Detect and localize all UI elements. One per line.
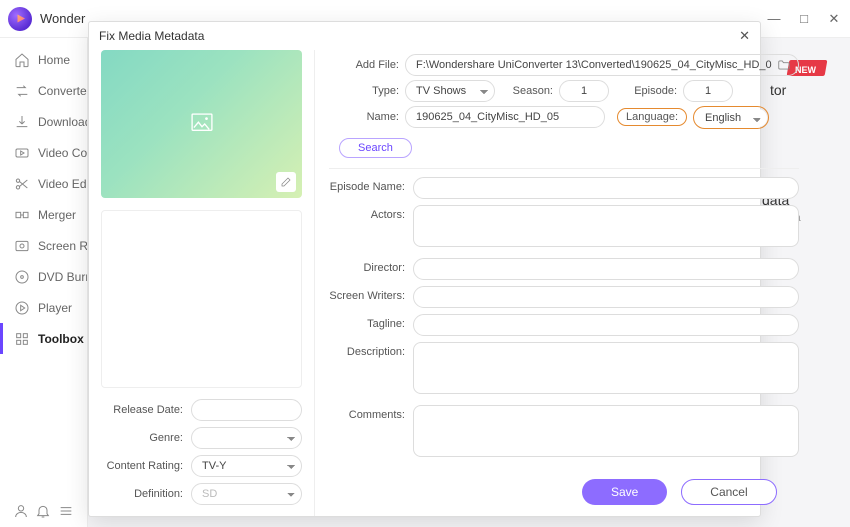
edit-icon [280,176,292,188]
modal-title: Fix Media Metadata [99,29,204,43]
add-file-path[interactable]: F:\Wondershare UniConverter 13\Converted… [405,54,799,76]
toolbox-icon [14,331,30,347]
sidebar-item-video-compressor[interactable]: Video Compressor [0,137,87,168]
sidebar-item-label: Merger [38,208,76,222]
user-icon[interactable] [13,503,29,519]
release-date-input[interactable] [191,399,302,421]
content-rating-label: Content Rating: [101,460,191,472]
results-list-placeholder [101,210,302,388]
language-select[interactable]: English [695,109,767,127]
cancel-button[interactable]: Cancel [681,479,776,505]
minimize-button[interactable]: — [766,11,782,27]
sidebar-item-label: Converter [38,84,87,98]
converter-icon [14,83,30,99]
episode-label: Episode: [615,85,677,97]
compressor-icon [14,145,30,161]
maximize-button[interactable]: □ [796,11,812,27]
name-input[interactable] [405,106,605,128]
sidebar-item-home[interactable]: Home [0,44,87,75]
definition-label: Definition: [101,488,191,500]
sidebar-bottom-icons [0,503,87,519]
play-icon [14,300,30,316]
episode-name-input[interactable] [413,177,799,199]
episode-name-label: Episode Name: [329,177,413,193]
edit-cover-button[interactable] [276,172,296,192]
genre-label: Genre: [101,432,191,444]
sidebar-item-label: Downloader [38,115,87,129]
modal-titlebar: Fix Media Metadata ✕ [89,22,760,50]
save-button[interactable]: Save [582,479,667,505]
divider [329,168,799,169]
comments-input[interactable] [413,405,799,457]
app-logo-icon [8,7,32,31]
screen-writers-input[interactable] [413,286,799,308]
sidebar-item-merger[interactable]: Merger [0,199,87,230]
fix-metadata-modal: Fix Media Metadata ✕ Release Date: Genre… [88,21,761,517]
episode-input[interactable] [683,80,733,102]
director-input[interactable] [413,258,799,280]
tagline-input[interactable] [413,314,799,336]
season-input[interactable] [559,80,609,102]
content-rating-select[interactable]: TV-Y [191,455,302,477]
modal-close-button[interactable]: ✕ [739,28,750,44]
language-highlight: English [693,106,769,129]
sidebar-item-label: Player [38,301,72,315]
scissors-icon [14,176,30,192]
actors-label: Actors: [329,205,413,221]
sidebar-item-label: Video Compressor [38,146,87,160]
sidebar: Home Converter Downloader Video Compress… [0,38,88,527]
director-label: Director: [329,258,413,274]
sidebar-item-dvd-burner[interactable]: DVD Burner [0,261,87,292]
type-select[interactable]: TV Shows [405,80,495,102]
sidebar-item-label: DVD Burner [38,270,87,284]
download-icon [14,114,30,130]
cover-thumbnail [101,50,302,198]
folder-icon[interactable] [777,58,791,72]
add-file-label: Add File: [329,59,399,71]
tagline-label: Tagline: [329,314,413,330]
screen-writers-label: Screen Writers: [329,286,413,302]
merger-icon [14,207,30,223]
sidebar-item-label: Home [38,53,70,67]
actors-input[interactable] [413,205,799,247]
season-label: Season: [501,85,553,97]
release-date-label: Release Date: [101,404,191,416]
genre-select[interactable] [191,427,302,449]
image-placeholder-icon [191,113,213,131]
modal-footer: Save Cancel [329,468,799,516]
disc-icon [14,269,30,285]
sidebar-item-screen-recorder[interactable]: Screen Recorder [0,230,87,261]
sidebar-item-player[interactable]: Player [0,292,87,323]
comments-label: Comments: [329,405,413,421]
sidebar-item-downloader[interactable]: Downloader [0,106,87,137]
modal-right-column: Add File: F:\Wondershare UniConverter 13… [314,50,813,516]
description-label: Description: [329,342,413,358]
description-input[interactable] [413,342,799,394]
language-label: Language: [617,108,687,126]
search-button[interactable]: Search [339,138,412,158]
definition-select[interactable]: SD [191,483,302,505]
name-label: Name: [329,111,399,123]
sidebar-item-video-editor[interactable]: Video Editor [0,168,87,199]
sidebar-item-label: Video Editor [38,177,87,191]
sidebar-item-label: Screen Recorder [38,239,87,253]
home-icon [14,52,30,68]
sidebar-item-toolbox[interactable]: Toolbox [0,323,87,354]
sidebar-item-label: Toolbox [38,332,84,346]
type-label: Type: [329,85,399,97]
app-title: Wonder [40,11,85,26]
sidebar-item-converter[interactable]: Converter [0,75,87,106]
add-file-path-text: F:\Wondershare UniConverter 13\Converted… [416,59,772,71]
record-icon [14,238,30,254]
modal-left-column: Release Date: Genre: Content Rating: TV-… [89,50,314,516]
menu-icon[interactable] [58,503,74,519]
bell-icon[interactable] [35,503,51,519]
close-window-button[interactable]: ✕ [826,11,842,27]
